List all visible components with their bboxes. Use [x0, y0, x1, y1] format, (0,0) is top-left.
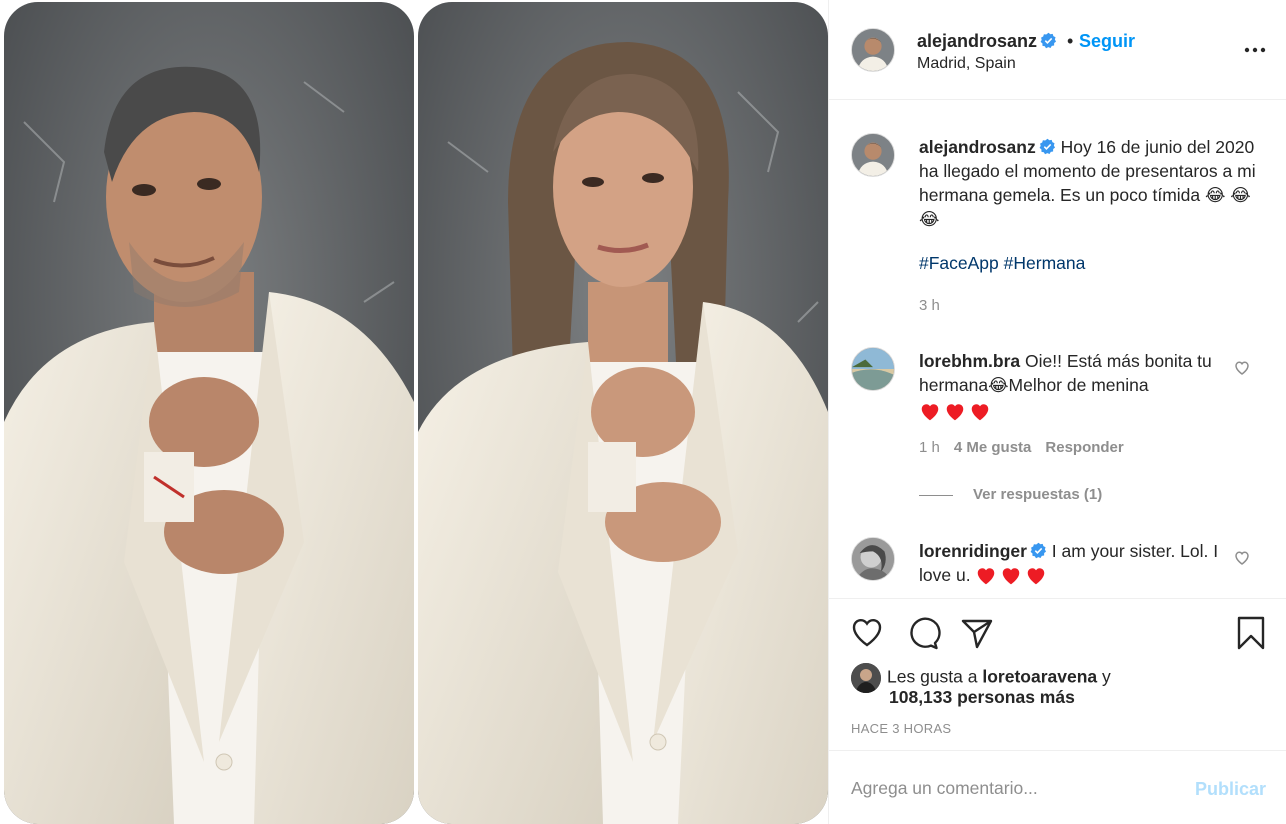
comments-list[interactable]: alejandrosanz Hoy 16 de junio del 2020 h…	[829, 101, 1286, 597]
comment-bubble-icon[interactable]	[905, 615, 941, 651]
photo-man-white-suit	[4, 2, 414, 824]
comment-lorebhm: lorebhm.bra Oie!! Está más bonita tu her…	[919, 349, 1239, 423]
red-heart-icon	[921, 404, 939, 421]
likes-count-row: 108,133 personas más	[889, 687, 1075, 708]
liked-by-user[interactable]: loretoaravena	[982, 667, 1097, 687]
comment-hearts	[919, 399, 1239, 423]
post-sidebar: alejandrosanz • Seguir Madrid, Spain ale…	[828, 0, 1286, 824]
red-heart-icon	[971, 404, 989, 421]
paper-plane-icon[interactable]	[959, 615, 995, 651]
liked-by-prefix: Les gusta a	[887, 666, 983, 687]
replies-divider	[919, 494, 953, 496]
liker-avatar[interactable]	[851, 663, 881, 693]
verified-badge-icon	[1039, 138, 1055, 155]
caption-username[interactable]: alejandrosanz	[919, 137, 1036, 157]
post-time-ago[interactable]: HACE 3 HORAS	[851, 721, 951, 736]
bookmark-icon[interactable]	[1233, 615, 1269, 651]
comment-likes-count[interactable]: 4 Me gusta	[954, 439, 1032, 456]
comment-like-heart-icon[interactable]	[1233, 549, 1251, 567]
view-replies-button[interactable]: Ver respuestas (1)	[919, 486, 1102, 503]
verified-badge-icon	[1040, 32, 1057, 49]
header-separator: •	[1067, 31, 1074, 51]
red-heart-icon	[1003, 568, 1020, 585]
post-media[interactable]	[0, 0, 828, 824]
publish-button[interactable]: Publicar	[1195, 779, 1266, 800]
red-heart-icon	[978, 568, 995, 585]
post-caption: alejandrosanz Hoy 16 de junio del 2020 h…	[919, 135, 1259, 231]
comment-meta: 1 h 4 Me gusta Responder	[919, 439, 1124, 456]
hashtag-faceapp[interactable]: #FaceApp	[919, 253, 999, 273]
heart-outline-icon[interactable]	[849, 615, 885, 651]
photo-woman-white-suit	[418, 2, 828, 824]
hashtag-hermana[interactable]: #Hermana	[1004, 253, 1086, 273]
post-location[interactable]: Madrid, Spain	[917, 55, 1016, 73]
commenter-avatar-lorenridinger[interactable]	[851, 537, 895, 581]
commenter-avatar-lorebhm[interactable]	[851, 347, 895, 391]
author-avatar[interactable]	[851, 28, 895, 72]
red-heart-icon	[1028, 568, 1045, 585]
comment-input[interactable]	[851, 773, 1171, 803]
liked-by-suffix: y	[1097, 666, 1111, 687]
view-replies-label[interactable]: Ver respuestas (1)	[973, 486, 1102, 503]
comment-username[interactable]: lorenridinger	[919, 541, 1027, 561]
post-actions: Les gusta a loretoaravena y 108,133 pers…	[829, 598, 1286, 750]
comment-lorenridinger: lorenridinger I am your sister. Lol. I l…	[919, 539, 1239, 587]
caption-hashtags: #FaceApp #Hermana	[919, 253, 1085, 274]
caption-timestamp[interactable]: 3 h	[919, 297, 940, 314]
add-comment-bar: Publicar	[829, 750, 1286, 824]
post-header: alejandrosanz • Seguir Madrid, Spain	[829, 0, 1286, 100]
more-options-icon[interactable]	[1241, 38, 1269, 62]
caption-author-avatar[interactable]	[851, 133, 895, 177]
verified-badge-icon	[1030, 542, 1046, 559]
comment-like-heart-icon[interactable]	[1233, 359, 1251, 377]
likes-count[interactable]: 108,133 personas más	[889, 687, 1075, 707]
red-heart-icon	[946, 404, 964, 421]
reply-button[interactable]: Responder	[1045, 439, 1123, 456]
comment-username[interactable]: lorebhm.bra	[919, 351, 1020, 371]
author-username[interactable]: alejandrosanz	[917, 31, 1057, 52]
comment-time[interactable]: 1 h	[919, 439, 940, 456]
follow-button[interactable]: Seguir	[1079, 31, 1135, 52]
